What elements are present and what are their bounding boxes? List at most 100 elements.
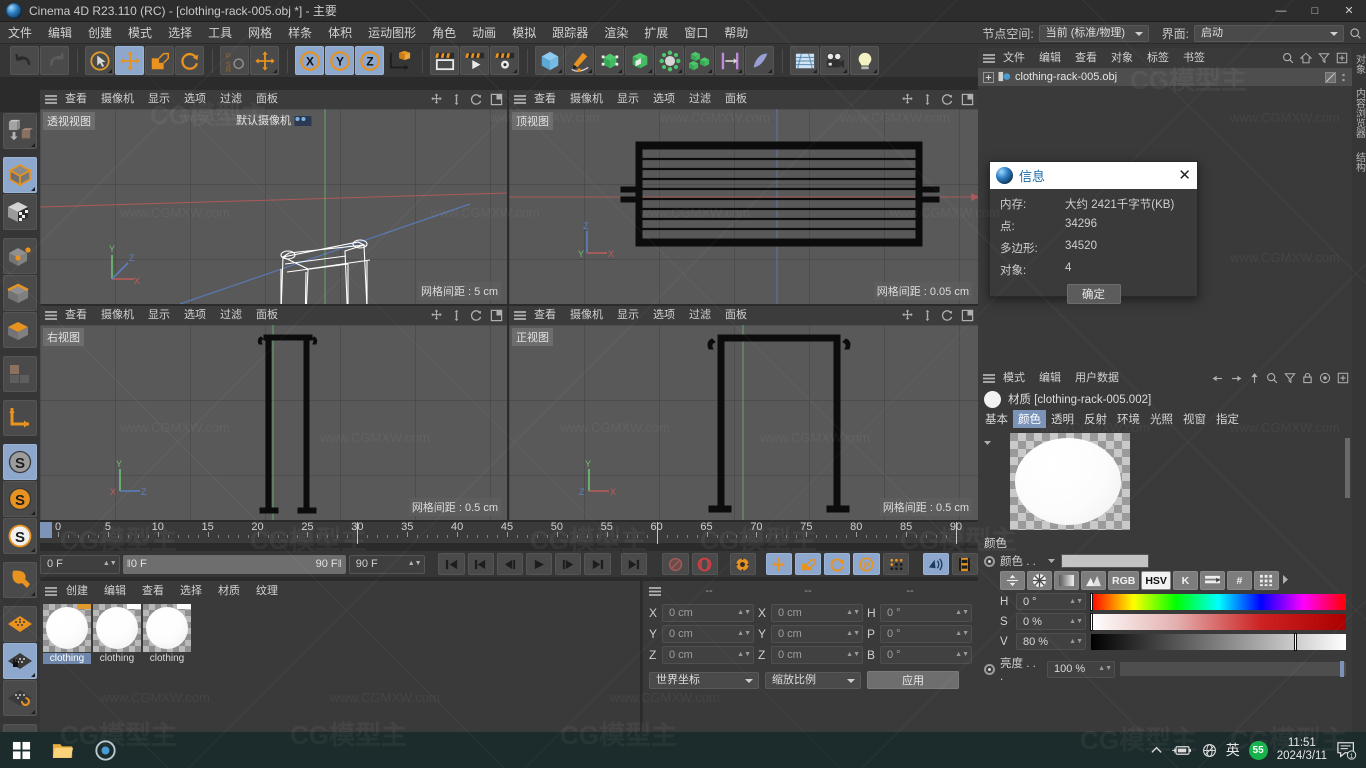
dolly-icon[interactable]	[921, 309, 934, 322]
vp-menu-filter[interactable]: 过滤	[682, 306, 718, 325]
vp-menu-view[interactable]: 查看	[527, 306, 563, 325]
attribute-tab-视窗[interactable]: 视窗	[1178, 410, 1211, 428]
timeline-ruler[interactable]: 051015202530354045505560657075808590	[40, 521, 978, 544]
attribute-tab-基本[interactable]: 基本	[980, 410, 1013, 428]
target-icon[interactable]	[1319, 372, 1331, 384]
am-menu-mode[interactable]: 模式	[996, 368, 1032, 388]
material-item[interactable]: clothing	[93, 604, 141, 664]
expand-icon[interactable]	[983, 71, 994, 83]
visibility-dots-icon[interactable]	[1341, 72, 1346, 83]
viewport-front-canvas[interactable]: Y X Z 正视图 网格间距 : 0.5 cm	[509, 325, 978, 520]
notification-icon[interactable]: 1	[1336, 740, 1358, 760]
key-position-button[interactable]	[765, 553, 793, 575]
attribute-scrollbar[interactable]	[1345, 438, 1350, 498]
search-icon[interactable]	[1266, 372, 1278, 384]
menu-item-7[interactable]: 样条	[280, 22, 320, 44]
coord-position-y-input[interactable]: 0 cm ▲▼	[662, 625, 754, 643]
hamburger-icon[interactable]	[513, 310, 527, 321]
snap-enable-button[interactable]: S	[3, 444, 37, 480]
color-mode-gradient-button[interactable]	[1054, 571, 1079, 590]
vp-menu-options[interactable]: 选项	[177, 90, 213, 109]
menu-item-8[interactable]: 体积	[320, 22, 360, 44]
viewport-top-canvas[interactable]: Z X Y 顶视图 网格间距 : 0.05 cm	[509, 109, 978, 304]
vp-menu-display[interactable]: 显示	[610, 90, 646, 109]
viewport-top[interactable]: 查看 摄像机 显示 选项 过滤 面板 Z X Y 顶视图 网格间距: 0.05…	[509, 90, 978, 304]
brightness-radio[interactable]	[984, 663, 995, 675]
redo-button[interactable]	[40, 46, 69, 75]
taskbar-clock[interactable]: 11:51 2024/3/11	[1277, 737, 1327, 763]
orbit-icon[interactable]	[941, 93, 954, 106]
environment-button[interactable]	[790, 46, 819, 75]
menu-item-2[interactable]: 创建	[80, 22, 120, 44]
om-menu-object[interactable]: 对象	[1104, 48, 1140, 68]
menu-item-1[interactable]: 编辑	[40, 22, 80, 44]
points-mode-button[interactable]	[3, 238, 37, 274]
pan-icon[interactable]	[901, 93, 914, 106]
forward-icon[interactable]	[1230, 373, 1243, 384]
hsv-slider-S[interactable]	[1089, 612, 1346, 631]
mograph-cloner-button[interactable]	[685, 46, 714, 75]
end-frame-input[interactable]: 90 F ▲▼	[348, 554, 425, 574]
spline-connect-button[interactable]	[715, 46, 744, 75]
color-mode-hsv-button[interactable]: HSV	[1141, 571, 1171, 590]
coord-size-z-input[interactable]: 0 cm ▲▼	[771, 646, 863, 664]
next-keyframe-button[interactable]	[584, 553, 611, 575]
deformer-button[interactable]	[655, 46, 684, 75]
vp-menu-view[interactable]: 查看	[527, 90, 563, 109]
cloth-object-button[interactable]	[745, 46, 774, 75]
menu-item-16[interactable]: 窗口	[676, 22, 716, 44]
array-object-button[interactable]	[625, 46, 654, 75]
menu-item-6[interactable]: 网格	[240, 22, 280, 44]
viewport-right[interactable]: 查看 摄像机 显示 选项 过滤 面板 Y Z X 右视图 网格间距: 0.5 …	[40, 306, 507, 520]
model-mode-button[interactable]	[3, 157, 37, 193]
go-to-start-button[interactable]	[438, 553, 465, 575]
snap-settings-button[interactable]: S	[3, 518, 37, 554]
orbit-icon[interactable]	[470, 93, 483, 106]
autokeying-button[interactable]	[691, 553, 718, 575]
scale-mode-select[interactable]: 缩放比例	[765, 671, 861, 689]
menu-item-0[interactable]: 文件	[0, 22, 40, 44]
workplane-button[interactable]	[3, 606, 37, 642]
attribute-tab-颜色[interactable]: 颜色	[1013, 410, 1046, 428]
hamburger-icon[interactable]	[44, 94, 58, 105]
world-axis-move-button[interactable]	[250, 46, 279, 75]
coordinate-system-select[interactable]: 世界坐标	[649, 671, 759, 689]
mm-menu-view[interactable]: 查看	[134, 581, 172, 601]
light-object-button[interactable]	[850, 46, 879, 75]
key-pla-button[interactable]	[882, 553, 909, 575]
menu-item-13[interactable]: 跟踪器	[544, 22, 596, 44]
material-item[interactable]: clothing	[143, 604, 191, 664]
camera-object-button[interactable]	[820, 46, 849, 75]
pan-icon[interactable]	[430, 309, 443, 322]
polygons-mode-button[interactable]	[3, 312, 37, 348]
om-menu-edit[interactable]: 编辑	[1032, 48, 1068, 68]
hsv-input-H[interactable]: 0 ° ▲▼	[1016, 593, 1086, 610]
vp-menu-panel[interactable]: 面板	[249, 306, 285, 325]
material-thumbnail[interactable]	[93, 604, 141, 652]
hamburger-icon[interactable]	[513, 94, 527, 105]
menu-item-14[interactable]: 渲染	[596, 22, 636, 44]
right-tab-objects[interactable]: 对象	[1352, 54, 1366, 74]
status-badge[interactable]: 55	[1248, 740, 1268, 760]
coord-rotation-b-input[interactable]: 0 ° ▲▼	[880, 646, 972, 664]
maximize-viewport-icon[interactable]	[490, 93, 503, 106]
node-space-select[interactable]: 当前 (标准/物理)	[1038, 24, 1149, 42]
keyframe-settings-button[interactable]	[729, 553, 756, 575]
hsv-knob-V[interactable]	[1293, 632, 1297, 651]
color-mode-k-button[interactable]: K	[1172, 571, 1198, 590]
previous-keyframe-button[interactable]	[467, 553, 494, 575]
info-dialog-close-icon[interactable]: ✕	[1178, 168, 1191, 183]
right-tab-structure[interactable]: 结构	[1352, 152, 1366, 172]
chevron-up-icon[interactable]	[1150, 744, 1163, 757]
texture-mode-button[interactable]	[3, 194, 37, 230]
attribute-tab-透明[interactable]: 透明	[1046, 410, 1079, 428]
brightness-slider[interactable]	[1120, 661, 1346, 677]
vp-menu-filter[interactable]: 过滤	[682, 90, 718, 109]
mm-menu-create[interactable]: 创建	[58, 581, 96, 601]
material-name[interactable]: clothing	[93, 653, 141, 664]
render-settings-button[interactable]	[490, 46, 519, 75]
hsv-input-V[interactable]: 80 % ▲▼	[1016, 633, 1086, 650]
coord-size-x-input[interactable]: 0 cm ▲▼	[771, 604, 863, 622]
color-mode-#-button[interactable]: #	[1226, 571, 1252, 590]
maximize-button[interactable]: □	[1298, 0, 1332, 22]
